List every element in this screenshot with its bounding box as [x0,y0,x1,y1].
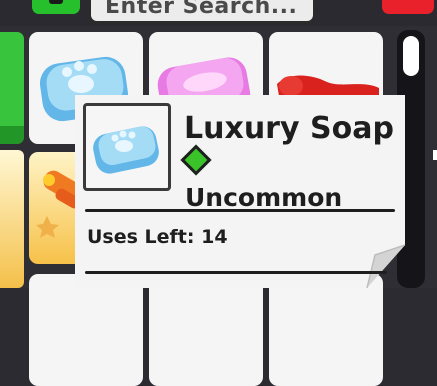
item-rarity: Uncommon [185,183,343,212]
item-tooltip: Luxury Soap Uncommon Uses Left: 14 [75,95,405,288]
item-slot[interactable] [269,274,383,386]
scrollbar-thumb[interactable] [403,36,419,76]
top-bar: Enter Search... [0,0,437,26]
divider [85,271,387,274]
green-tab-button[interactable] [32,0,80,14]
tooltip-item-thumbnail [83,103,171,191]
edge-marker [433,150,437,160]
item-slot[interactable] [149,274,263,386]
search-input[interactable]: Enter Search... [88,0,316,24]
search-placeholder: Enter Search... [105,0,298,19]
category-tab[interactable] [0,32,24,144]
blue-paw-soap-icon [93,126,159,174]
category-strip[interactable] [0,150,24,288]
uses-left: Uses Left: 14 [87,226,228,248]
divider [85,209,395,212]
item-slot[interactable] [29,274,143,386]
tab-glyph [49,0,63,4]
item-name: Luxury Soap [184,111,394,146]
close-button[interactable] [382,0,434,14]
